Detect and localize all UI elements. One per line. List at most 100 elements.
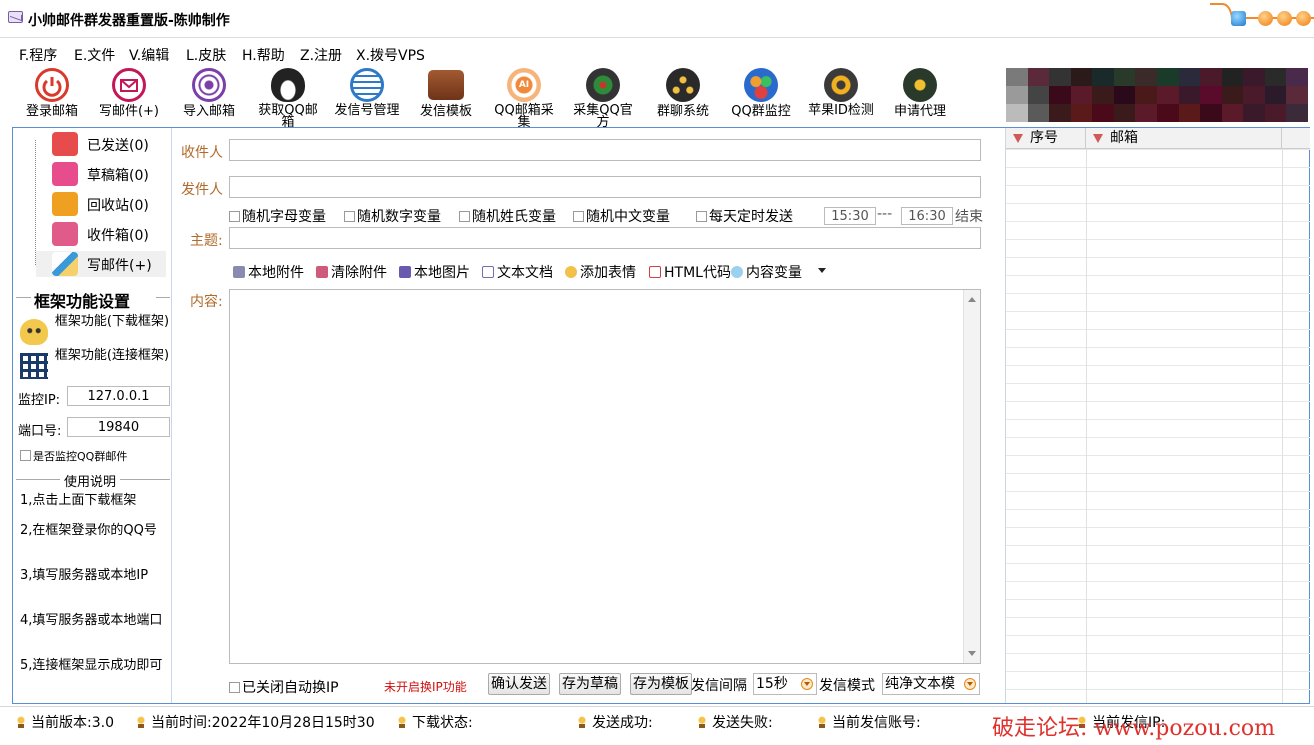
auto-ip-checkbox[interactable]: 已关闭自动换IP	[229, 677, 339, 697]
close-button[interactable]	[1296, 11, 1311, 26]
time-separator: ---	[877, 206, 893, 222]
monitor-qq-group-checkbox[interactable]: 是否监控QQ群邮件	[20, 448, 127, 464]
minimize-button[interactable]	[1258, 11, 1273, 26]
login-mailbox-button[interactable]: 登录邮箱	[16, 68, 88, 126]
save-template-button[interactable]: 存为模板	[630, 673, 692, 695]
menu-register[interactable]: Z.注册	[300, 45, 342, 65]
apple-id-check-button[interactable]: 苹果ID检测	[805, 68, 877, 126]
mail-stack-icon	[350, 68, 384, 102]
emoji-icon	[565, 266, 577, 278]
status-account: 当前发信账号:	[817, 712, 921, 732]
send-template-button[interactable]: 发信模板	[410, 68, 482, 126]
usage-title: 使用说明	[60, 471, 121, 490]
from-input[interactable]	[229, 176, 981, 198]
interval-select[interactable]: 15秒	[753, 673, 817, 695]
end-label: 结束	[955, 209, 983, 225]
import-mailbox-button[interactable]: 导入邮箱	[173, 68, 245, 126]
column-icon	[1093, 134, 1103, 143]
folder-inbox[interactable]: 收件箱(0)	[36, 221, 166, 247]
grid-column-line	[1086, 149, 1087, 703]
variable-icon	[731, 266, 743, 278]
menu-help[interactable]: H.帮助	[242, 45, 285, 65]
apply-agent-button[interactable]: 申请代理	[884, 68, 956, 126]
random-chinese-checkbox[interactable]: 随机中文变量	[573, 206, 670, 226]
add-emoji-button[interactable]: 添加表情	[565, 262, 636, 282]
folder-trash[interactable]: 回收站(0)	[36, 191, 166, 217]
menu-program[interactable]: F.程序	[19, 45, 57, 65]
eraser-icon	[316, 266, 328, 278]
column-header-mailbox[interactable]: 邮箱	[1086, 128, 1282, 149]
usage-panel: 使用说明 1,点击上面下载框架 2,在框架登录你的QQ号 3,填写服务器或本地I…	[16, 471, 170, 701]
port-input[interactable]: 19840	[67, 417, 170, 437]
subject-input[interactable]	[229, 227, 981, 249]
status-icon	[697, 716, 707, 728]
scroll-down-icon[interactable]	[968, 651, 976, 656]
scroll-up-icon[interactable]	[968, 297, 976, 302]
random-letter-checkbox[interactable]: 随机字母变量	[229, 206, 326, 226]
frame-download-button[interactable]: 框架功能(下载框架)	[18, 315, 169, 347]
usage-step: 2,在框架登录你的QQ号	[20, 523, 157, 538]
qq-mailbox-collect-button[interactable]: AI QQ邮箱采集	[488, 68, 560, 129]
menu-file[interactable]: E.文件	[74, 45, 115, 65]
folder-compose[interactable]: 写邮件(+)	[36, 251, 166, 277]
ad-banner[interactable]	[1006, 68, 1308, 122]
local-attachment-button[interactable]: 本地附件	[233, 262, 304, 282]
maximize-button[interactable]	[1277, 11, 1292, 26]
menu-edit[interactable]: V.编辑	[129, 45, 169, 65]
collect-qq-official-button[interactable]: 采集QQ官方	[567, 68, 639, 129]
content-variable-button[interactable]: 内容变量	[731, 262, 802, 282]
frame-connect-button[interactable]: 框架功能(连接框架)	[18, 349, 169, 381]
skin-button[interactable]	[1231, 11, 1246, 26]
image-icon	[399, 266, 411, 278]
get-qq-mailbox-button[interactable]: 获取QQ邮箱	[252, 68, 324, 129]
status-version: 当前版本:3.0	[16, 712, 114, 732]
chevron-down-icon	[801, 678, 813, 690]
folder-drafts[interactable]: 草稿箱(0)	[36, 161, 166, 187]
start-time-input[interactable]: 15:30	[824, 207, 876, 225]
usage-step: 3,填写服务器或本地IP	[20, 568, 149, 583]
ip-status-text: 未开启换IP功能	[384, 680, 467, 694]
menu-dial-vps[interactable]: X.拨号VPS	[356, 45, 425, 65]
grid-body[interactable]	[1006, 149, 1310, 703]
folder-sent[interactable]: 已发送(0)	[36, 131, 166, 157]
status-failed: 发送失败:	[697, 712, 773, 732]
interval-label: 发信间隔	[691, 678, 747, 694]
group-chat-system-button[interactable]: 群聊系统	[647, 68, 719, 126]
mail-app-icon	[8, 11, 23, 23]
content-variable-dropdown[interactable]	[818, 268, 826, 273]
qq-group-monitor-button[interactable]: QQ群监控	[725, 68, 797, 126]
content-scrollbar[interactable]	[963, 290, 980, 663]
send-mode-select[interactable]: 纯净文本模	[882, 673, 980, 695]
monitor-ip-row: 监控IP: 127.0.0.1	[18, 386, 172, 408]
random-surname-checkbox[interactable]: 随机姓氏变量	[459, 206, 556, 226]
local-image-button[interactable]: 本地图片	[399, 262, 470, 282]
html-icon	[649, 266, 661, 278]
clear-attachment-button[interactable]: 清除附件	[316, 262, 387, 282]
send-mode-label: 发信模式	[819, 678, 875, 694]
wallet-icon	[428, 70, 464, 100]
column-header-index[interactable]: 序号	[1006, 128, 1086, 149]
compose-mail-button[interactable]: 写邮件(+)	[93, 68, 165, 126]
html-code-button[interactable]: HTML代码	[649, 262, 731, 282]
daily-schedule-checkbox[interactable]: 每天定时发送	[696, 206, 793, 226]
confirm-send-button[interactable]: 确认发送	[488, 673, 550, 695]
monitor-ip-input[interactable]: 127.0.0.1	[67, 386, 170, 406]
random-number-checkbox[interactable]: 随机数字变量	[344, 206, 441, 226]
from-label: 发件人	[181, 182, 223, 198]
content-label: 内容:	[190, 294, 223, 310]
to-input[interactable]	[229, 139, 981, 161]
end-time-input[interactable]: 16:30	[901, 207, 953, 225]
checkbox-box	[20, 450, 31, 461]
port-row: 端口号: 19840	[18, 417, 172, 439]
watermark-text: 破走论坛: www.pozou.com	[992, 716, 1276, 741]
content-textarea[interactable]	[229, 289, 981, 664]
envelope-icon	[112, 68, 146, 102]
menu-skin[interactable]: L.皮肤	[186, 45, 226, 65]
save-draft-button[interactable]: 存为草稿	[559, 673, 621, 695]
sender-account-manage-button[interactable]: 发信号管理	[331, 68, 403, 126]
globe-icon	[586, 68, 620, 102]
robot-icon	[20, 319, 48, 345]
penguin-icon	[271, 68, 305, 102]
text-document-button[interactable]: 文本文档	[482, 262, 553, 282]
window-title: 小帅邮件群发器重置版-陈帅制作	[28, 13, 230, 29]
